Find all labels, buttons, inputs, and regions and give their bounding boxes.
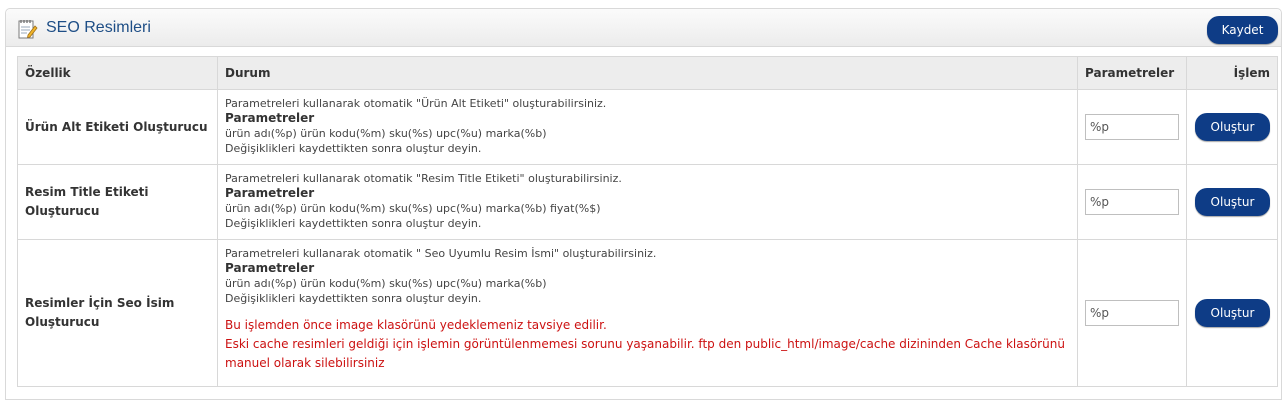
panel-header: SEO Resimleri Kaydet	[6, 9, 1281, 47]
seo-settings-table: Özellik Durum Parametreler İşlem Ürün Al…	[17, 56, 1278, 387]
header-feature: Özellik	[17, 56, 218, 90]
params-cell	[1077, 89, 1187, 165]
status-cell: Parametreleri kullanarak otomatik " Seo …	[217, 239, 1078, 387]
feature-name: Resim Title Etiketi Oluşturucu	[17, 164, 218, 240]
params-input[interactable]	[1085, 189, 1179, 215]
edit-note-icon	[16, 18, 38, 40]
status-note: Değişiklikleri kaydettikten sonra oluştu…	[225, 142, 482, 155]
params-title: Parametreler	[225, 111, 315, 125]
table-row: Resimler İçin Seo İsim Oluşturucu Parame…	[17, 239, 1278, 387]
params-input[interactable]	[1085, 114, 1179, 140]
table-row: Ürün Alt Etiketi Oluşturucu Parametreler…	[17, 89, 1278, 165]
warning-backup: Bu işlemden önce image klasörünü yedekle…	[225, 318, 607, 332]
action-cell: Oluştur	[1186, 89, 1278, 165]
warning-text: Bu işlemden önce image klasörünü yedekle…	[225, 316, 1070, 373]
feature-name: Resimler İçin Seo İsim Oluşturucu	[17, 239, 218, 387]
save-button[interactable]: Kaydet	[1207, 16, 1278, 44]
status-note: Değişiklikleri kaydettikten sonra oluştu…	[225, 217, 482, 230]
generate-button[interactable]: Oluştur	[1195, 113, 1270, 141]
params-title: Parametreler	[225, 186, 315, 200]
params-list: ürün adı(%p) ürün kodu(%m) sku(%s) upc(%…	[225, 277, 547, 290]
params-list: ürün adı(%p) ürün kodu(%m) sku(%s) upc(%…	[225, 202, 601, 215]
table-header-row: Özellik Durum Parametreler İşlem	[17, 56, 1278, 90]
table-row: Resim Title Etiketi Oluşturucu Parametre…	[17, 164, 1278, 240]
params-title: Parametreler	[225, 261, 315, 275]
status-cell: Parametreleri kullanarak otomatik "Resim…	[217, 164, 1078, 240]
status-cell: Parametreleri kullanarak otomatik "Ürün …	[217, 89, 1078, 165]
warning-cache: Eski cache resimleri geldiği için işlemi…	[225, 337, 1065, 370]
params-input[interactable]	[1085, 300, 1179, 326]
seo-images-panel: SEO Resimleri Kaydet Özellik Durum Param…	[5, 8, 1282, 400]
action-cell: Oluştur	[1186, 239, 1278, 387]
page-title: SEO Resimleri	[46, 19, 151, 36]
header-params: Parametreler	[1077, 56, 1187, 90]
generate-button[interactable]: Oluştur	[1195, 188, 1270, 216]
header-action: İşlem	[1186, 56, 1278, 90]
status-description: Parametreleri kullanarak otomatik " Seo …	[225, 247, 657, 260]
header-status: Durum	[217, 56, 1078, 90]
status-note: Değişiklikleri kaydettikten sonra oluştu…	[225, 292, 482, 305]
params-cell	[1077, 164, 1187, 240]
params-list: ürün adı(%p) ürün kodu(%m) sku(%s) upc(%…	[225, 127, 547, 140]
params-cell	[1077, 239, 1187, 387]
status-description: Parametreleri kullanarak otomatik "Resim…	[225, 172, 622, 185]
status-description: Parametreleri kullanarak otomatik "Ürün …	[225, 97, 607, 110]
action-cell: Oluştur	[1186, 164, 1278, 240]
generate-button[interactable]: Oluştur	[1195, 299, 1270, 327]
feature-name: Ürün Alt Etiketi Oluşturucu	[17, 89, 218, 165]
